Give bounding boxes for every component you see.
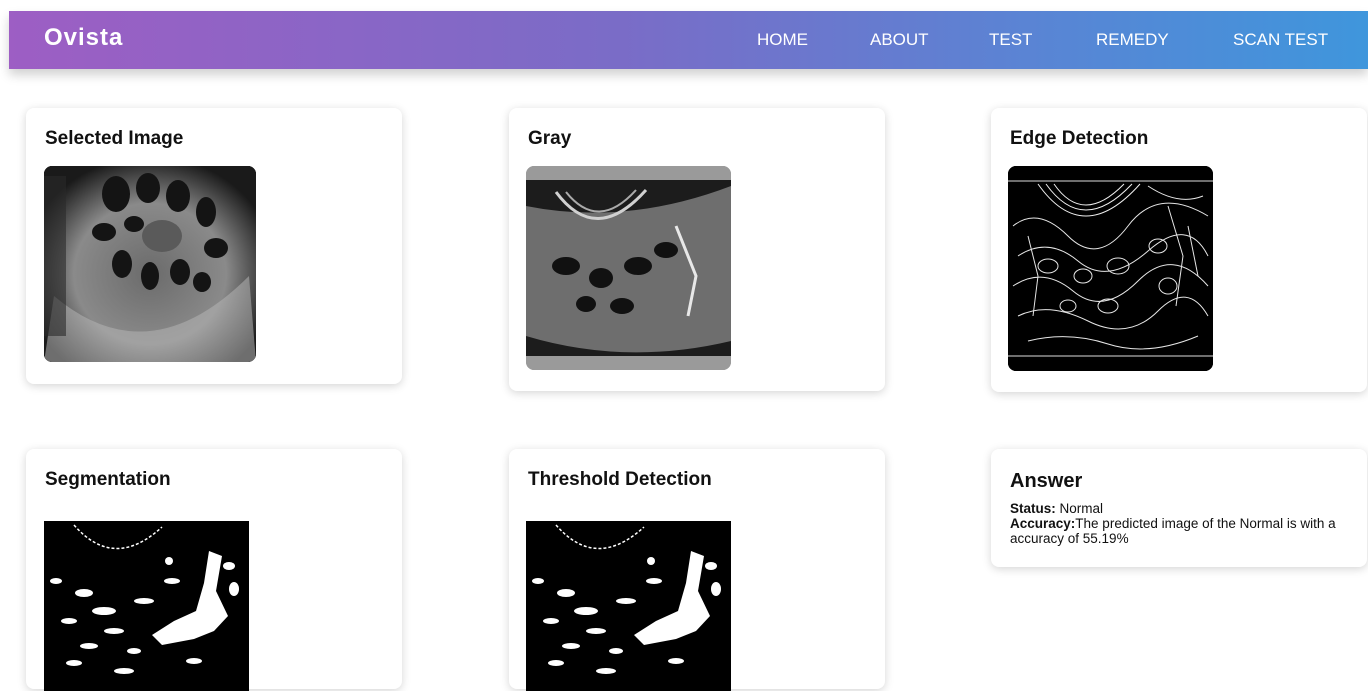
brand-logo[interactable]: Ovista	[44, 24, 123, 52]
selected-ultrasound-image	[44, 166, 256, 362]
edge-detection-card: Edge Detection	[991, 108, 1367, 392]
nav-home[interactable]: HOME	[757, 30, 808, 50]
gray-card: Gray	[509, 108, 885, 391]
nav-scan-test[interactable]: SCAN TEST	[1233, 30, 1328, 50]
answer-card: Answer Status: Normal Accuracy:The predi…	[991, 449, 1367, 567]
status-line: Status: Normal	[1010, 501, 1362, 516]
accuracy-label: Accuracy:	[1010, 516, 1076, 531]
edge-detection-image	[1008, 166, 1213, 371]
segmentation-image	[44, 521, 249, 691]
card-title-segmentation: Segmentation	[45, 469, 171, 490]
card-title-gray: Gray	[528, 128, 572, 149]
status-value: Normal	[1055, 501, 1104, 516]
answer-title: Answer	[1010, 470, 1083, 492]
segmentation-card: Segmentation	[26, 449, 402, 691]
nav-remedy[interactable]: REMEDY	[1096, 30, 1169, 50]
card-title-selected-image: Selected Image	[45, 128, 184, 149]
gray-ultrasound-image	[526, 166, 731, 370]
nav-test[interactable]: TEST	[989, 30, 1032, 50]
status-label: Status:	[1010, 501, 1056, 516]
nav-about[interactable]: ABOUT	[870, 30, 929, 50]
accuracy-line: Accuracy:The predicted image of the Norm…	[1010, 516, 1362, 546]
answer-body: Status: Normal Accuracy:The predicted im…	[1010, 501, 1362, 546]
selected-image-card: Selected Image	[26, 108, 402, 384]
top-navbar: Ovista HOME ABOUT TEST REMEDY SCAN TEST	[9, 11, 1368, 69]
card-title-threshold-detection: Threshold Detection	[528, 469, 712, 490]
threshold-detection-card: Threshold Detection	[509, 449, 885, 691]
card-title-edge-detection: Edge Detection	[1010, 128, 1149, 149]
threshold-detection-image	[526, 521, 731, 691]
